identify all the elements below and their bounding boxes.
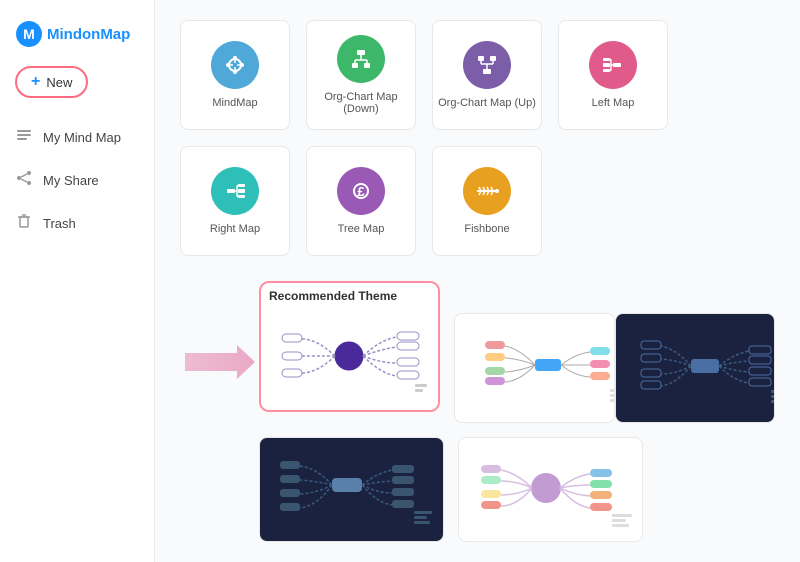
logo: M MindonMap xyxy=(0,10,154,66)
tree-map-icon: £ xyxy=(347,177,375,205)
recommended-title: Recommended Theme xyxy=(267,289,432,303)
theme-card-colorful[interactable] xyxy=(454,313,615,423)
fishbone-icon-circle xyxy=(463,167,511,215)
theme-card-dark2[interactable] xyxy=(259,437,444,542)
logo-icon: M xyxy=(15,20,43,48)
right-map-icon-circle xyxy=(211,167,259,215)
map-card-fishbone[interactable]: Fishbone xyxy=(432,146,542,256)
theme-preview-white xyxy=(267,309,432,404)
left-map-icon xyxy=(599,51,627,79)
map-card-mindmap[interactable]: MindMap xyxy=(180,20,290,130)
theme-card-featured[interactable] xyxy=(267,309,432,404)
map-card-left-map[interactable]: Left Map xyxy=(558,20,668,130)
recommended-theme-section: Recommended Theme xyxy=(180,281,775,542)
map-card-tree-map[interactable]: £ Tree Map xyxy=(306,146,416,256)
org-up-icon xyxy=(473,51,501,79)
mindmap-label: MindMap xyxy=(212,97,257,109)
sidebar-item-my-mind-map[interactable]: My Mind Map xyxy=(0,116,154,159)
new-label: New xyxy=(46,75,72,90)
fishbone-icon xyxy=(473,177,501,205)
org-down-icon-circle xyxy=(337,35,385,83)
theme-card-purple-light[interactable] xyxy=(458,437,643,542)
map-type-grid: MindMap Org-Chart Map (Down) xyxy=(180,20,775,256)
trash-label: Trash xyxy=(43,216,76,231)
theme-preview-purple-light xyxy=(459,438,643,542)
mindmap-icon-circle xyxy=(211,41,259,89)
svg-text:M: M xyxy=(23,26,35,42)
tree-map-icon-circle: £ xyxy=(337,167,385,215)
featured-theme-wrapper: Recommended Theme xyxy=(259,281,440,412)
my-share-label: My Share xyxy=(43,173,99,188)
org-up-label: Org-Chart Map (Up) xyxy=(438,97,536,109)
sidebar-item-trash[interactable]: Trash xyxy=(0,202,154,245)
org-up-icon-circle xyxy=(463,41,511,89)
share-icon xyxy=(15,169,33,192)
left-map-label: Left Map xyxy=(592,97,635,109)
pink-arrow-icon xyxy=(185,343,255,381)
org-down-icon xyxy=(347,45,375,73)
my-mind-map-label: My Mind Map xyxy=(43,130,121,145)
new-button[interactable]: + New xyxy=(15,66,88,98)
theme-preview-colorful xyxy=(455,314,615,423)
map-card-org-down[interactable]: Org-Chart Map (Down) xyxy=(306,20,416,130)
main-content: MindMap Org-Chart Map (Down) xyxy=(155,0,800,562)
map-card-right-map[interactable]: Right Map xyxy=(180,146,290,256)
plus-icon: + xyxy=(31,73,40,91)
sidebar: M MindonMap + New My Mind Map My Share T… xyxy=(0,0,155,562)
right-map-icon xyxy=(221,177,249,205)
map-card-org-up[interactable]: Org-Chart Map (Up) xyxy=(432,20,542,130)
logo-text: MindonMap xyxy=(47,26,130,43)
tree-map-label: Tree Map xyxy=(338,223,385,235)
right-map-label: Right Map xyxy=(210,223,260,235)
theme-preview-dark2 xyxy=(260,438,444,542)
fishbone-label: Fishbone xyxy=(464,223,509,235)
sidebar-item-my-share[interactable]: My Share xyxy=(0,159,154,202)
mind-map-icon xyxy=(15,126,33,149)
left-map-icon-circle xyxy=(589,41,637,89)
svg-text:£: £ xyxy=(357,184,365,199)
trash-icon xyxy=(15,212,33,235)
org-down-label: Org-Chart Map (Down) xyxy=(307,91,415,115)
theme-preview-dark xyxy=(616,314,776,423)
theme-card-dark[interactable] xyxy=(615,313,776,423)
arrow-container xyxy=(180,343,255,381)
mindmap-icon xyxy=(221,51,249,79)
